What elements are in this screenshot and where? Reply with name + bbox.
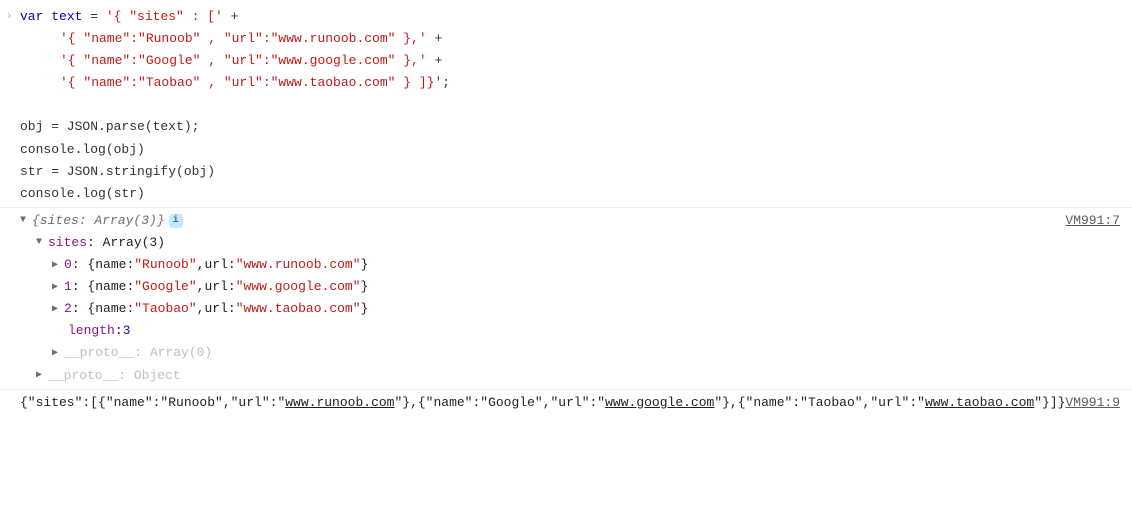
proto-key: __proto__ [64, 342, 134, 364]
string-literal: '{ "name":"Runoob" , "url":"www.runoob.c… [60, 31, 427, 46]
tree-sites[interactable]: sites: Array(3) [20, 232, 1065, 254]
string-value: "Taobao" [134, 298, 196, 320]
code-line: console.log(str) [20, 186, 145, 201]
code-line: str = JSON.stringify(obj) [20, 164, 215, 179]
expand-icon[interactable] [36, 367, 46, 384]
url-link[interactable]: www.google.com [605, 395, 714, 410]
keyword-var: var [20, 9, 43, 24]
property-key: length [68, 320, 115, 342]
string-output: {"sites":[{"name":"Runoob","url":"www.ru… [20, 392, 1065, 414]
expand-icon[interactable] [52, 257, 62, 274]
string-value: "Google" [134, 276, 196, 298]
object-preview: {sites: Array(3)} [32, 210, 165, 232]
console-panel: › var text = '{ "sites" : [' + '{ "name"… [0, 0, 1132, 420]
tree-proto-array[interactable]: __proto__: Array(0) [20, 342, 1065, 364]
input-row: › var text = '{ "sites" : [' + '{ "name"… [0, 4, 1132, 208]
source-link[interactable]: VM991:9 [1065, 392, 1124, 414]
tree-root[interactable]: {sites: Array(3)} i [20, 210, 1065, 232]
expand-icon[interactable] [52, 301, 62, 318]
property-key: sites [48, 232, 87, 254]
expand-icon[interactable] [36, 234, 46, 251]
tree-item-1[interactable]: 1: {name: "Google", url: "www.google.com… [20, 276, 1065, 298]
code-line: console.log(obj) [20, 142, 145, 157]
tree-proto-object[interactable]: __proto__: Object [20, 365, 1065, 387]
output-string-row: {"sites":[{"name":"Runoob","url":"www.ru… [0, 390, 1132, 416]
source-link[interactable]: VM991:7 [1065, 210, 1124, 232]
output-object-row: {sites: Array(3)} i sites: Array(3) 0: {… [0, 208, 1132, 390]
expand-icon[interactable] [52, 279, 62, 296]
url-link[interactable]: www.runoob.com [285, 395, 394, 410]
url-link[interactable]: www.taobao.com [925, 395, 1034, 410]
tree-length: length: 3 [20, 320, 1065, 342]
string-value: "www.runoob.com" [236, 254, 361, 276]
array-index: 2 [64, 298, 72, 320]
string-value: "Runoob" [134, 254, 196, 276]
input-prompt-icon: › [6, 8, 13, 27]
expand-icon[interactable] [20, 212, 30, 229]
identifier-text: text [51, 9, 82, 24]
tree-item-0[interactable]: 0: {name: "Runoob", url: "www.runoob.com… [20, 254, 1065, 276]
string-value: "www.google.com" [236, 276, 361, 298]
object-tree: {sites: Array(3)} i sites: Array(3) 0: {… [20, 210, 1065, 387]
string-value: "www.taobao.com" [236, 298, 361, 320]
code-input[interactable]: var text = '{ "sites" : [' + '{ "name":"… [20, 6, 1124, 205]
info-icon[interactable]: i [169, 214, 183, 228]
string-literal: '{ "name":"Google" , "url":"www.google.c… [60, 53, 427, 68]
array-index: 1 [64, 276, 72, 298]
string-literal: '{ "sites" : [' [106, 9, 223, 24]
code-line: obj = JSON.parse(text); [20, 119, 199, 134]
string-literal: '{ "name":"Taobao" , "url":"www.taobao.c… [60, 75, 442, 90]
expand-icon[interactable] [52, 345, 62, 362]
array-index: 0 [64, 254, 72, 276]
tree-item-2[interactable]: 2: {name: "Taobao", url: "www.taobao.com… [20, 298, 1065, 320]
proto-key: __proto__ [48, 365, 118, 387]
number-value: 3 [123, 320, 131, 342]
